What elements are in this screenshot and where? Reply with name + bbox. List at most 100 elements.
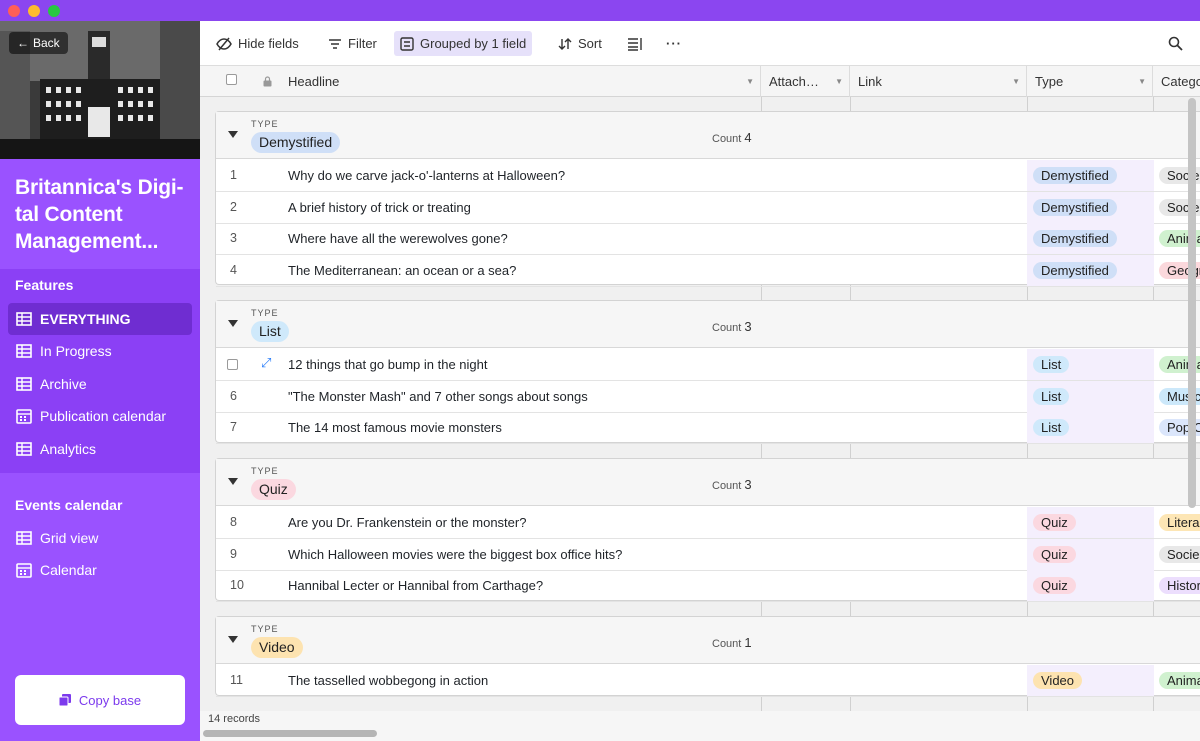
headline-cell[interactable]: "The Monster Mash" and 7 other songs abo… xyxy=(288,381,588,412)
sort-button[interactable]: Sort xyxy=(552,31,608,56)
table-row[interactable]: 6 "The Monster Mash" and 7 other songs ab… xyxy=(216,380,1200,413)
category-pill[interactable]: Histor xyxy=(1159,577,1200,595)
table-row[interactable]: 4 The Mediterranean: an ocean or a sea? De… xyxy=(216,254,1200,287)
headline-cell[interactable]: Which Halloween movies were the biggest … xyxy=(288,539,622,570)
table-row[interactable]: 3 Where have all the werewolves gone? Demy… xyxy=(216,223,1200,256)
type-cell[interactable]: Demystified xyxy=(1027,191,1154,223)
collapse-triangle-icon[interactable] xyxy=(228,131,238,138)
group-button[interactable]: Grouped by 1 field xyxy=(394,31,533,56)
sidebar-item-label: EVERYTHING xyxy=(40,311,131,327)
headline-cell[interactable]: A brief history of trick or treating xyxy=(288,192,471,223)
column-header-headline[interactable]: Headline ▼ xyxy=(280,66,761,97)
column-header-link[interactable]: Link ▼ xyxy=(850,66,1027,97)
headline-cell[interactable]: Where have all the werewolves gone? xyxy=(288,223,508,254)
sidebar-item-calendar[interactable]: Calendar xyxy=(8,554,192,586)
copy-base-button[interactable]: Copy base xyxy=(15,675,185,725)
category-pill[interactable]: Socie xyxy=(1159,545,1200,563)
table-row[interactable]: 1 Why do we carve jack-o'-lanterns at Hal… xyxy=(216,160,1200,192)
column-header-type[interactable]: Type ▼ xyxy=(1027,66,1153,97)
horizontal-scrollbar[interactable] xyxy=(203,730,377,737)
record-count: 14 records xyxy=(208,713,260,725)
table-row[interactable]: 11 The tasselled wobbegong in action Video… xyxy=(216,665,1200,697)
group-header[interactable]: TYPE Video Count 1 xyxy=(216,617,1200,664)
table-row[interactable]: 8 Are you Dr. Frankenstein or the monster… xyxy=(216,507,1200,539)
table-row[interactable]: 9 Which Halloween movies were the biggest… xyxy=(216,538,1200,571)
chevron-down-icon[interactable]: ▼ xyxy=(746,66,754,97)
row-height-button[interactable] xyxy=(621,31,649,56)
row-checkbox[interactable] xyxy=(227,359,238,370)
more-options-button[interactable]: ··· xyxy=(660,31,688,56)
group-header[interactable]: TYPE List Count 3 xyxy=(216,301,1200,348)
sidebar-item-in-progress[interactable]: In Progress xyxy=(8,335,192,367)
sidebar-item-archive[interactable]: Archive xyxy=(8,368,192,400)
headline-cell[interactable]: The tasselled wobbegong in action xyxy=(288,665,488,696)
zoom-window-button[interactable] xyxy=(48,5,60,17)
table-row[interactable]: 7 The 14 most famous movie monsters List Po… xyxy=(216,412,1200,445)
row-height-icon xyxy=(628,37,642,51)
sort-icon xyxy=(558,37,572,50)
category-pill[interactable]: Anima xyxy=(1159,672,1200,689)
table-row[interactable]: 10 Hannibal Lecter or Hannibal from Carth… xyxy=(216,570,1200,603)
count-value: 3 xyxy=(744,319,752,334)
column-header-row: Headline ▼ Attach… ▼ Link ▼ Type ▼ Catego xyxy=(200,66,1200,97)
type-pill: Demystified xyxy=(1033,230,1117,248)
sidebar-item-everything[interactable]: EVERYTHING xyxy=(8,303,192,335)
chevron-down-icon[interactable]: ▼ xyxy=(835,66,843,97)
headline-cell[interactable]: Hannibal Lecter or Hannibal from Carthag… xyxy=(288,570,543,601)
headline-cell[interactable]: The Mediterranean: an ocean or a sea? xyxy=(288,255,516,286)
sidebar-item-analytics[interactable]: Analytics xyxy=(8,433,192,465)
type-cell[interactable]: Quiz xyxy=(1027,538,1154,570)
type-cell[interactable]: Quiz xyxy=(1027,507,1154,538)
group-value-pill: Demystified xyxy=(251,132,341,153)
headline-cell[interactable]: 12 things that go bump in the night xyxy=(288,349,487,380)
group-header[interactable]: TYPE Demystified Count 4 xyxy=(216,112,1200,159)
sidebar-item-publication-calendar[interactable]: Publication calendar xyxy=(8,400,192,432)
group-header[interactable]: TYPE Quiz Count 3 xyxy=(216,459,1200,506)
headline-cell[interactable]: Are you Dr. Frankenstein or the monster? xyxy=(288,507,526,538)
type-cell[interactable]: List xyxy=(1027,412,1154,444)
table-row[interactable]: ⤢ 12 things that go bump in the night List… xyxy=(216,349,1200,381)
close-window-button[interactable] xyxy=(8,5,20,17)
group-count: Count 3 xyxy=(712,477,752,492)
grid-view: Hide fields Filter Grouped by 1 field So… xyxy=(200,21,1200,741)
features-heading[interactable]: Features xyxy=(15,277,73,293)
chevron-down-icon[interactable]: ▼ xyxy=(1138,66,1146,97)
group-icon xyxy=(400,36,414,51)
category-pill[interactable]: Litera xyxy=(1159,514,1200,531)
type-cell[interactable]: List xyxy=(1027,380,1154,412)
count-label: Count xyxy=(712,133,742,145)
type-pill: Quiz xyxy=(1033,545,1076,563)
column-header-attachments[interactable]: Attach… ▼ xyxy=(761,66,850,97)
grid-icon xyxy=(16,312,32,326)
collapse-triangle-icon[interactable] xyxy=(228,636,238,643)
table-row[interactable]: 2 A brief history of trick or treating Dem… xyxy=(216,191,1200,224)
type-pill: Demystified xyxy=(1033,167,1117,184)
headline-cell[interactable]: The 14 most famous movie monsters xyxy=(288,412,502,443)
type-cell[interactable]: Quiz xyxy=(1027,570,1154,602)
sidebar-item-grid-view[interactable]: Grid view xyxy=(8,522,192,554)
minimize-window-button[interactable] xyxy=(28,5,40,17)
column-header-category[interactable]: Catego xyxy=(1153,66,1200,97)
type-cell[interactable]: Demystified xyxy=(1027,254,1154,286)
vertical-scrollbar[interactable] xyxy=(1188,98,1196,508)
type-pill: Quiz xyxy=(1033,514,1076,531)
group-value-pill: Quiz xyxy=(251,479,296,500)
search-button[interactable] xyxy=(1162,31,1189,56)
select-all-checkbox[interactable] xyxy=(226,74,237,85)
filter-button[interactable]: Filter xyxy=(322,31,383,56)
type-cell[interactable]: List xyxy=(1027,349,1154,380)
back-button[interactable]: ← Back xyxy=(9,32,68,54)
type-cell[interactable]: Demystified xyxy=(1027,223,1154,255)
type-cell[interactable]: Demystified xyxy=(1027,160,1154,191)
collapse-triangle-icon[interactable] xyxy=(228,478,238,485)
calendar-icon xyxy=(16,409,32,424)
expand-record-icon[interactable]: ⤢ xyxy=(261,355,271,371)
collapse-triangle-icon[interactable] xyxy=(228,320,238,327)
chevron-down-icon[interactable]: ▼ xyxy=(1012,66,1020,97)
type-cell[interactable]: Video xyxy=(1027,665,1154,696)
grid-icon xyxy=(16,442,32,456)
events-calendar-heading[interactable]: Events calendar xyxy=(15,497,122,513)
hide-fields-button[interactable]: Hide fields xyxy=(210,31,305,56)
sidebar-item-label: In Progress xyxy=(40,343,112,359)
headline-cell[interactable]: Why do we carve jack-o'-lanterns at Hall… xyxy=(288,160,565,191)
